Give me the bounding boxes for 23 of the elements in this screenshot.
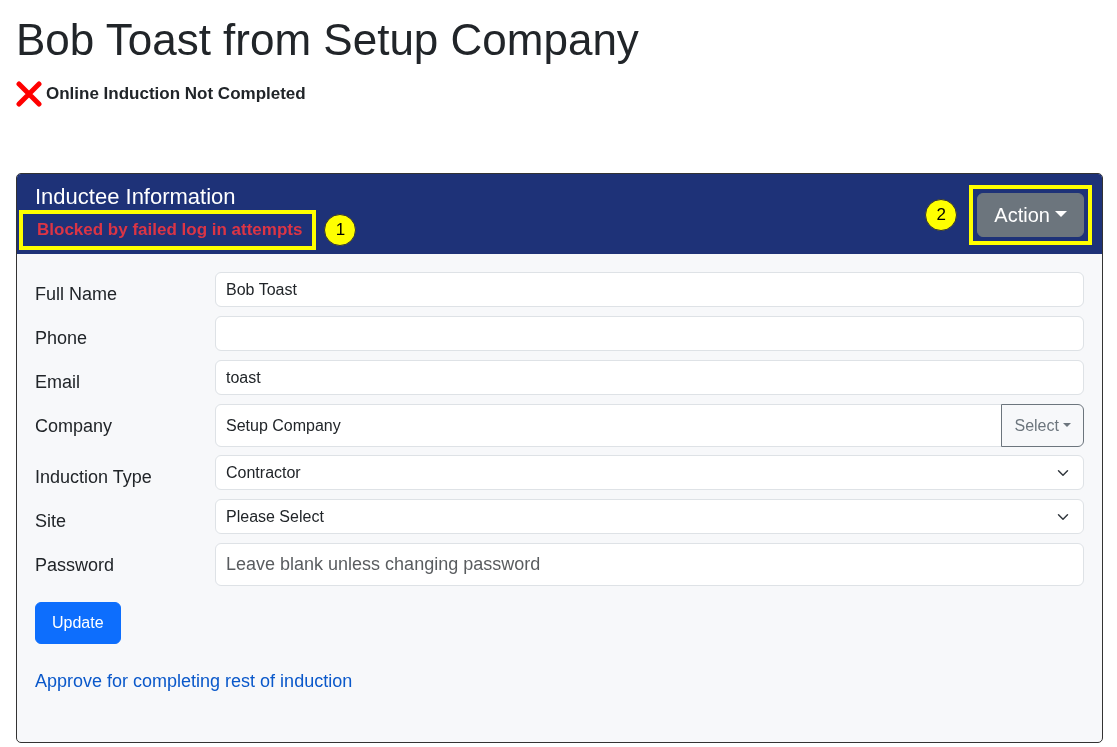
page-title: Bob Toast from Setup Company bbox=[16, 14, 640, 66]
callout-number: 2 bbox=[925, 199, 958, 231]
field-label: Email bbox=[35, 371, 81, 395]
callout-number: 1 bbox=[324, 214, 357, 247]
field-label: Company bbox=[35, 415, 114, 439]
company-field[interactable]: Setup Company bbox=[215, 404, 1003, 448]
password-field[interactable]: Leave blank unless changing password bbox=[215, 543, 1084, 587]
action-dropdown-button[interactable]: Action bbox=[977, 193, 1084, 237]
card-title: Inductee Information bbox=[35, 183, 237, 211]
approve-link[interactable]: Approve for completing rest of induction bbox=[35, 671, 353, 692]
select-dropdown-button[interactable]: Select bbox=[1001, 404, 1084, 448]
field-label: Password bbox=[35, 554, 116, 578]
text-input-field[interactable] bbox=[215, 316, 1084, 352]
text-input-field[interactable]: Bob Toast bbox=[215, 272, 1084, 308]
text-input-field[interactable]: toast bbox=[215, 360, 1084, 396]
induction-status-text: Online Induction Not Completed bbox=[46, 83, 306, 106]
dropdown-select[interactable]: Please Select bbox=[215, 499, 1084, 535]
field-label: Full Name bbox=[35, 283, 119, 307]
field-label: Induction Type bbox=[35, 466, 153, 490]
update-button[interactable]: Update bbox=[35, 602, 121, 645]
field-label: Phone bbox=[35, 327, 89, 351]
dropdown-select[interactable]: Contractor bbox=[215, 455, 1084, 491]
field-label: Site bbox=[35, 510, 68, 534]
